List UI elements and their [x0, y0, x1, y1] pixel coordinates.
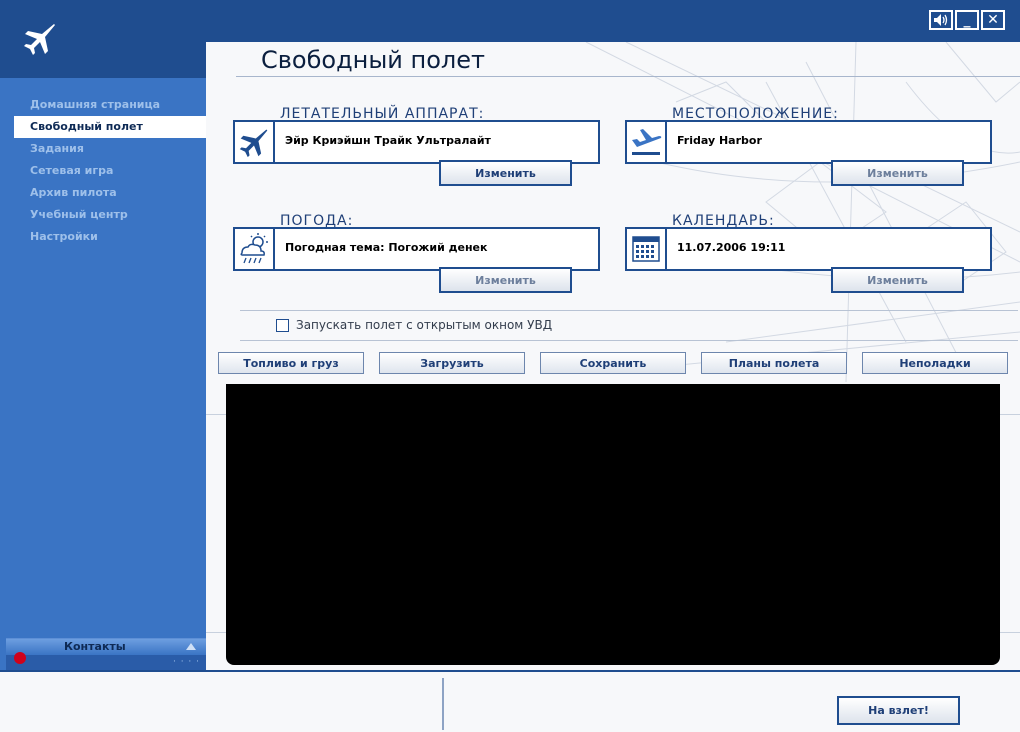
airplane-logo-icon: [24, 24, 55, 55]
contacts-label: Контакты: [64, 640, 126, 653]
airplane-icon: [239, 129, 268, 158]
divider: [240, 340, 1018, 341]
title-bar: _ ✕: [0, 0, 1020, 42]
weather-panel: Погодная тема: Погожий денек: [275, 227, 600, 271]
weather-value: Погодная тема: Погожий денек: [285, 241, 488, 254]
calendar-panel: 11.07.2006 19:11: [667, 227, 992, 271]
save-button[interactable]: Сохранить: [540, 352, 686, 374]
failures-button[interactable]: Неполадки: [862, 352, 1008, 374]
main-content: Свободный полет ЛЕТАТЕЛЬНЫЙ АППАРАТ: Эйр…: [206, 42, 1020, 670]
speaker-icon: [934, 14, 948, 26]
sidebar-item-learning-center[interactable]: Учебный центр: [14, 204, 206, 226]
location-panel: Friday Harbor: [667, 120, 992, 164]
sidebar-nav: Домашняя страница Свободный полет Задани…: [14, 94, 206, 248]
change-location-button[interactable]: Изменить: [831, 160, 964, 186]
departure-icon: [632, 129, 662, 155]
sidebar-item-home[interactable]: Домашняя страница: [14, 94, 206, 116]
atc-window-checkbox[interactable]: [276, 319, 289, 332]
flight-plans-button[interactable]: Планы полета: [701, 352, 847, 374]
resize-grip[interactable]: · · · ·: [173, 657, 200, 667]
sidebar-item-multiplayer[interactable]: Сетевая игра: [14, 160, 206, 182]
weather-icon-box: [233, 227, 275, 271]
page-title: Свободный полет: [261, 46, 485, 74]
change-calendar-button[interactable]: Изменить: [831, 267, 964, 293]
sound-button[interactable]: [929, 10, 953, 30]
aircraft-value: Эйр Криэйшн Трайк Ультралайт: [285, 134, 491, 147]
window-controls: _ ✕: [929, 10, 1005, 30]
sidebar-item-missions[interactable]: Задания: [14, 138, 206, 160]
calendar-icon-box: [625, 227, 667, 271]
calendar-icon: [632, 236, 660, 262]
change-weather-button[interactable]: Изменить: [439, 267, 572, 293]
sidebar: Домашняя страница Свободный полет Задани…: [0, 24, 206, 671]
calendar-value: 11.07.2006 19:11: [677, 241, 786, 254]
chevron-up-icon[interactable]: [186, 643, 196, 650]
weather-icon: [240, 233, 268, 264]
aircraft-icon-box: [233, 120, 275, 164]
change-aircraft-button[interactable]: Изменить: [439, 160, 572, 186]
atc-window-checkbox-label[interactable]: Запускать полет с открытым окном УВД: [296, 318, 552, 332]
logo-area: [0, 24, 206, 78]
sidebar-item-settings[interactable]: Настройки: [14, 226, 206, 248]
title-divider: [236, 76, 1020, 77]
minimize-button[interactable]: _: [955, 10, 979, 30]
contacts-panel[interactable]: Контакты · · · ·: [6, 638, 206, 671]
location-icon-box: [625, 120, 667, 164]
aircraft-preview-area: [226, 384, 1000, 665]
divider: [240, 310, 1018, 311]
takeoff-button[interactable]: На взлет!: [837, 696, 960, 725]
fuel-and-payload-button[interactable]: Топливо и груз: [218, 352, 364, 374]
load-button[interactable]: Загрузить: [379, 352, 525, 374]
aircraft-panel: Эйр Криэйшн Трайк Ультралайт: [275, 120, 600, 164]
bottom-bar: На взлет!: [0, 670, 1020, 732]
status-dot-icon: [14, 652, 26, 664]
location-value: Friday Harbor: [677, 134, 762, 147]
divider: [442, 678, 444, 730]
sidebar-item-pilot-records[interactable]: Архив пилота: [14, 182, 206, 204]
sidebar-item-free-flight[interactable]: Свободный полет: [14, 116, 206, 138]
close-button[interactable]: ✕: [981, 10, 1005, 30]
